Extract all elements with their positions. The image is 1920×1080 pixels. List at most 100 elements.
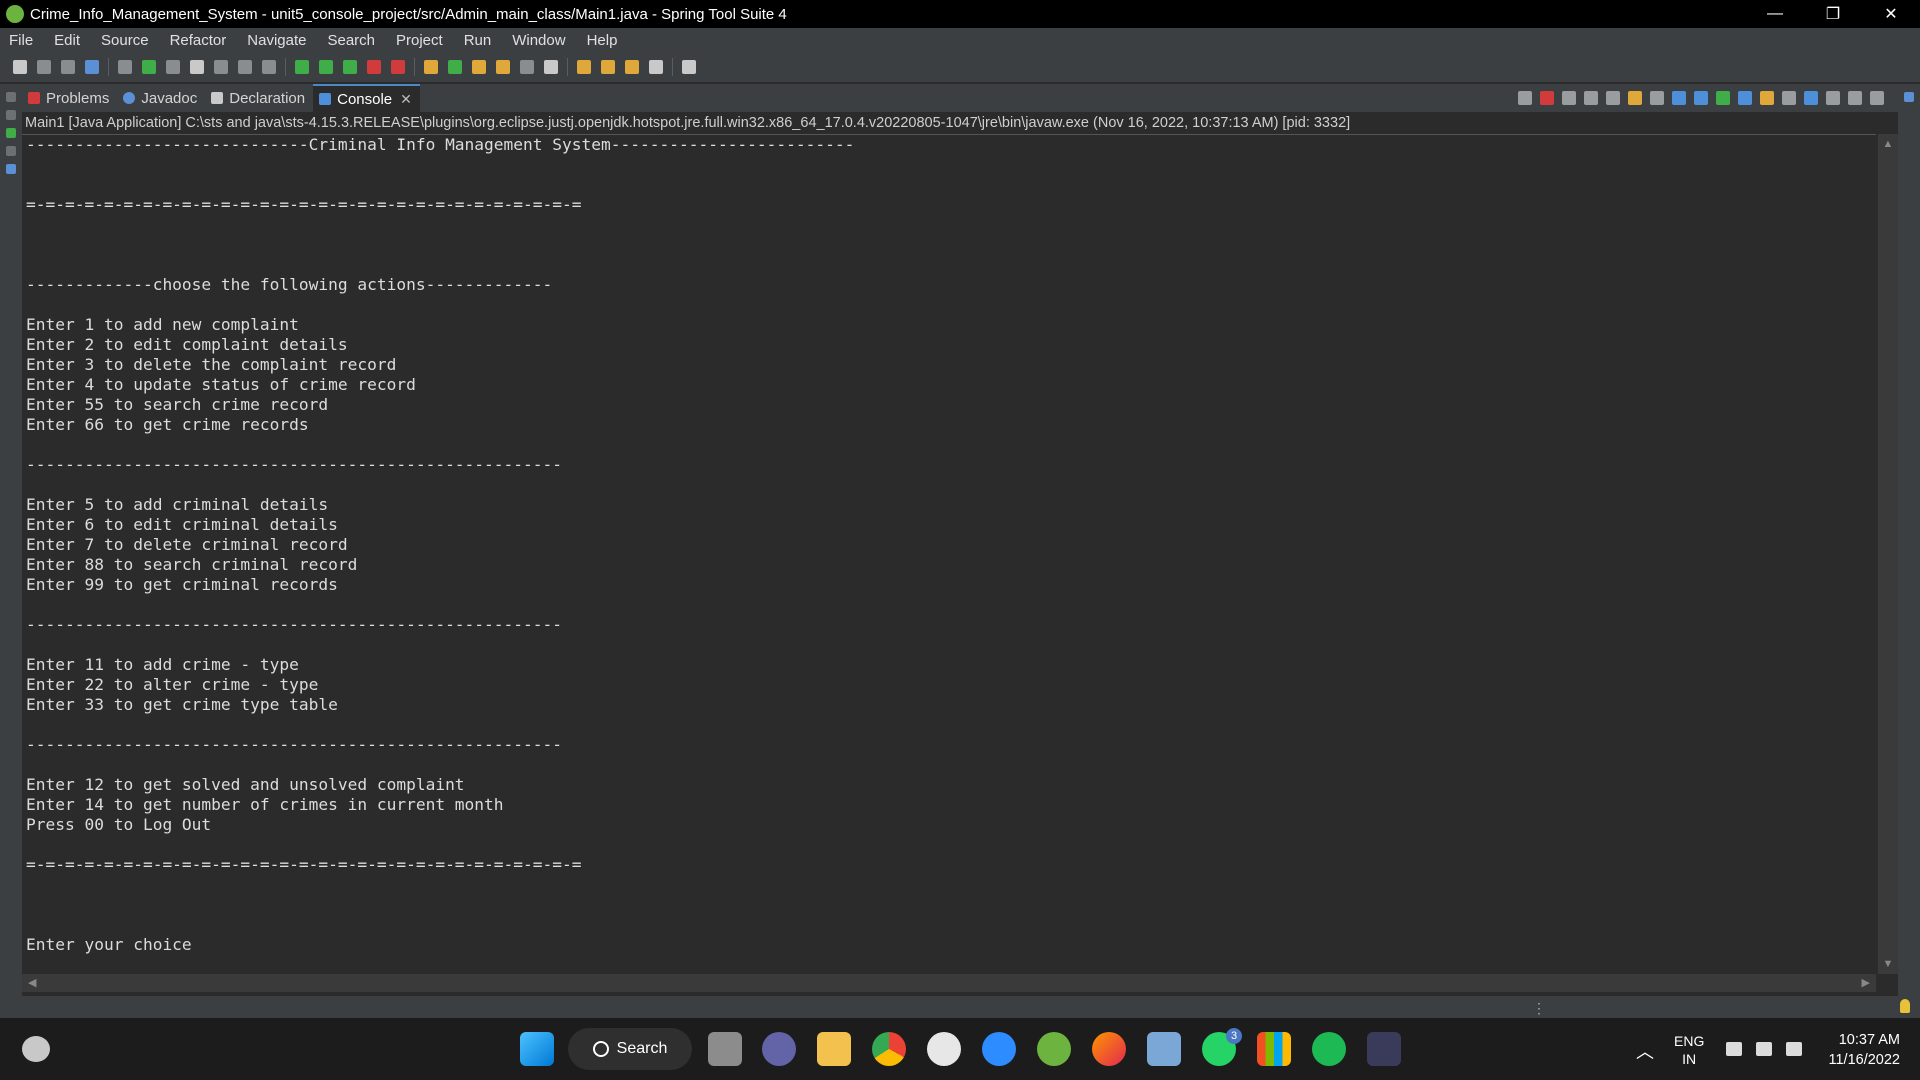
menu-navigate[interactable]: Navigate [238,32,318,49]
word-wrap-icon[interactable] [238,60,252,74]
show-hidden-icons-chevron-icon[interactable]: ︿ [1636,1038,1654,1064]
windows-start-icon[interactable] [520,1032,554,1066]
spring-boot-dashboard-icon[interactable] [142,60,156,74]
relaunch-icon[interactable] [391,60,405,74]
previous-annotation-icon[interactable] [544,60,558,74]
menu-refactor[interactable]: Refactor [161,32,239,49]
display-selected-console-icon[interactable] [1738,91,1752,105]
menu-help[interactable]: Help [578,32,630,49]
auto-scroll-icon[interactable] [1804,91,1818,105]
save-all-icon[interactable] [61,60,75,74]
copy-icon[interactable] [1782,91,1796,105]
menu-source[interactable]: Source [92,32,161,49]
terminate-icon[interactable] [1540,91,1554,105]
battery-icon[interactable] [1786,1042,1802,1056]
scroll-down-icon[interactable]: ▼ [1878,954,1898,974]
coverage-icon[interactable] [343,60,357,74]
new-icon[interactable] [13,60,27,74]
show-whitespace-icon[interactable] [262,60,276,74]
tab-problems[interactable]: Problems [22,84,117,112]
new-java-class-icon[interactable] [448,60,462,74]
word-wrap-icon[interactable] [1650,91,1664,105]
next-annotation-icon[interactable] [520,60,534,74]
spotify-icon[interactable] [1312,1032,1346,1066]
taskbar-search[interactable]: Search [568,1028,692,1070]
tab-console[interactable]: Console ✕ [313,84,420,112]
run-icon[interactable] [319,60,333,74]
horizontal-scrollbar[interactable]: ◀ ▶ [22,974,1876,992]
last-edit-location-icon[interactable] [577,60,591,74]
back-icon[interactable] [625,60,639,74]
toggle-comment-icon[interactable] [166,60,180,74]
scroll-up-icon[interactable]: ▲ [1878,134,1898,154]
package-explorer-icon[interactable] [6,110,16,120]
minimize-button[interactable]: — [1746,0,1804,28]
pin-editor-icon[interactable] [682,60,696,74]
file-explorer-icon[interactable] [817,1032,851,1066]
open-console-icon[interactable] [1760,91,1774,105]
mark-occurrences-icon[interactable] [190,60,204,74]
task-list-icon[interactable] [6,164,16,174]
scroll-left-icon[interactable]: ◀ [28,976,36,989]
skip-breakpoints-icon[interactable] [118,60,132,74]
save-icon[interactable] [37,60,51,74]
weather-icon[interactable] [22,1036,50,1062]
restore-view-icon[interactable] [6,92,16,102]
console-output-area[interactable]: -----------------------------Criminal In… [22,134,1876,975]
tab-declaration[interactable]: Declaration [205,84,313,112]
slack-icon[interactable] [927,1032,961,1066]
minimize-view-icon[interactable] [1848,91,1862,105]
mysql-icon[interactable] [1367,1032,1401,1066]
new-java-package-icon[interactable] [424,60,438,74]
javadoc-icon [123,92,136,104]
pin-console-icon[interactable] [1716,91,1730,105]
menu-edit[interactable]: Edit [45,32,92,49]
windows-taskbar: Search 3 ︿ ENG IN 10:37 AM 11/16/2022 [0,1018,1920,1080]
forward-icon[interactable] [649,60,663,74]
chrome-icon[interactable] [872,1032,906,1066]
maximize-view-icon[interactable] [1870,91,1884,105]
menu-search[interactable]: Search [318,32,387,49]
menu-window[interactable]: Window [503,32,577,49]
remote-desktop-icon[interactable] [1147,1032,1181,1066]
volume-icon[interactable] [1756,1042,1772,1056]
close-window-button[interactable]: ✕ [1862,0,1920,28]
task-view-icon[interactable] [708,1032,742,1066]
block-selection-icon[interactable] [214,60,228,74]
outline-view-icon[interactable] [1904,92,1914,102]
boot-dashboard-icon[interactable] [6,128,16,138]
settings-icon[interactable] [1826,91,1840,105]
clear-console-icon[interactable] [1606,91,1620,105]
store-icon[interactable] [1257,1032,1291,1066]
close-tab-icon[interactable]: ✕ [400,91,412,108]
show-console-output-icon[interactable] [1672,91,1686,105]
show-console-error-icon[interactable] [1694,91,1708,105]
stop-icon[interactable] [367,60,381,74]
system-clock[interactable]: 10:37 AM 11/16/2022 [1820,1030,1901,1070]
status-bar: ⋮ [0,996,1920,1018]
firefox-icon[interactable] [1092,1032,1126,1066]
spring-tool-suite-taskbar-icon[interactable] [1037,1032,1071,1066]
debug-icon[interactable] [295,60,309,74]
vertical-scrollbar[interactable]: ▲ ▼ [1878,134,1898,974]
relaunch-icon[interactable] [1518,91,1532,105]
menu-run[interactable]: Run [455,32,504,49]
outline-icon[interactable] [6,146,16,156]
open-console-icon[interactable] [85,60,99,74]
scroll-lock-icon[interactable] [1628,91,1642,105]
remove-all-terminated-icon[interactable] [1584,91,1598,105]
open-type-icon[interactable] [472,60,486,74]
chat-icon[interactable] [762,1032,796,1066]
search-icon[interactable] [496,60,510,74]
wifi-icon[interactable] [1726,1042,1742,1056]
menu-project[interactable]: Project [387,32,455,49]
tip-bulb-icon[interactable] [1900,999,1910,1013]
tab-javadoc[interactable]: Javadoc [117,84,205,112]
remove-launch-icon[interactable] [1562,91,1576,105]
zoom-icon[interactable] [982,1032,1016,1066]
language-indicator[interactable]: ENG IN [1674,1032,1704,1068]
scroll-right-icon[interactable]: ▶ [1862,976,1870,989]
menu-file[interactable]: File [0,32,45,49]
back-arrow-icon[interactable] [601,60,615,74]
maximize-button[interactable]: ❐ [1804,0,1862,28]
